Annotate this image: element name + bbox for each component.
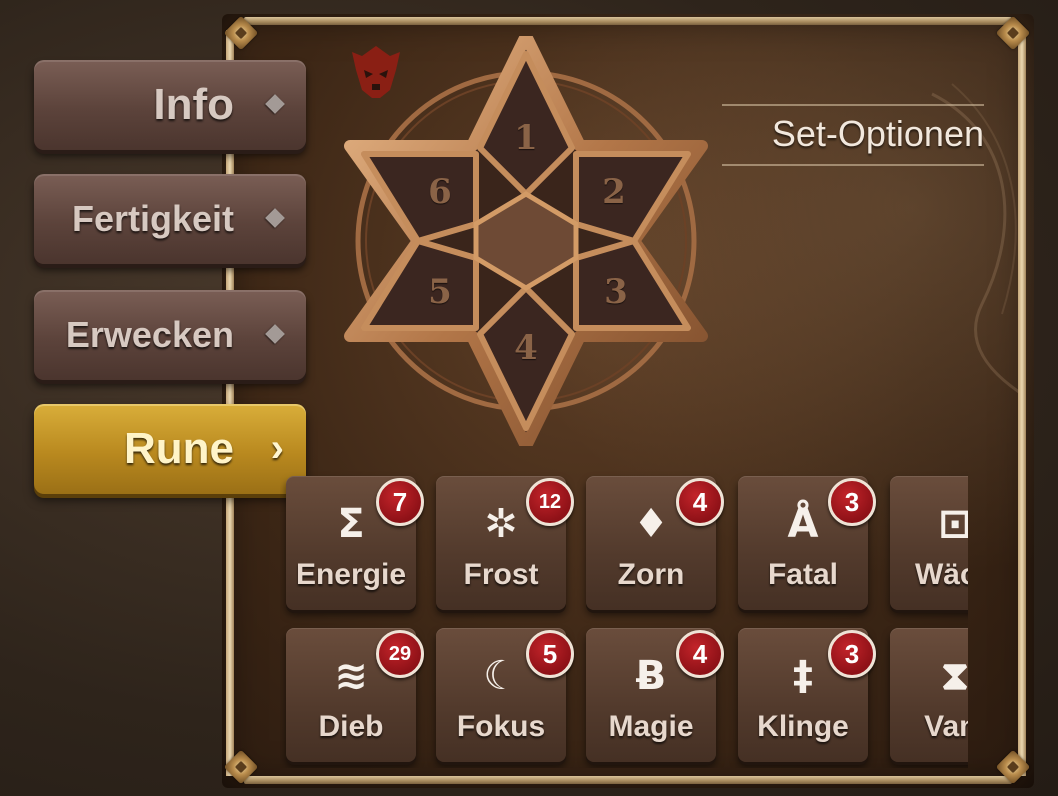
- count-badge: 3: [828, 478, 876, 526]
- frame-top: [244, 17, 1012, 25]
- tab-rune[interactable]: Rune ›: [34, 404, 306, 494]
- slot-number: 1: [514, 118, 538, 158]
- rune-slot-star: 1 2 3 4 5 6: [340, 36, 712, 446]
- frame-right: [1018, 30, 1026, 776]
- count-badge: 5: [526, 630, 574, 678]
- rune-set-label: Frost: [463, 558, 539, 591]
- count-badge: 7: [376, 478, 424, 526]
- rune-set-frost[interactable]: ✲ Frost 12: [436, 476, 574, 610]
- slot-number: 5: [428, 272, 452, 312]
- rune-set-rage[interactable]: ♦ Zorn 4: [586, 476, 724, 610]
- rune-set-thief[interactable]: ≋ Dieb 29: [286, 628, 424, 762]
- tab-skill-label: Fertigkeit: [71, 198, 234, 239]
- diamond-icon: [265, 208, 285, 228]
- diamond-icon: [265, 94, 285, 114]
- tab-awaken[interactable]: Erwecken: [34, 290, 306, 380]
- rune-set-magic[interactable]: Ƀ Magie 4: [586, 628, 724, 762]
- frame-bottom: [244, 776, 1012, 784]
- count-badge: 4: [676, 630, 724, 678]
- count-badge: 29: [376, 630, 424, 678]
- rune-set-label: Fatal: [767, 558, 839, 591]
- rune-set-label: Dieb: [318, 710, 384, 743]
- rune-set-label: Magie: [608, 710, 694, 743]
- slot-number: 6: [428, 172, 452, 212]
- rune-set-blade[interactable]: ‡ Klinge 3: [738, 628, 876, 762]
- rune-set-label: Wäch: [914, 558, 968, 591]
- rune-set-label: Vam: [924, 710, 968, 743]
- count-badge: 4: [676, 478, 724, 526]
- tab-skill[interactable]: Fertigkeit: [34, 174, 306, 264]
- count-badge: 3: [828, 630, 876, 678]
- rune-set-label: Fokus: [456, 710, 546, 743]
- slot-number: 2: [602, 172, 626, 212]
- set-options-button[interactable]: Set-Optionen: [722, 104, 984, 166]
- count-badge: 12: [526, 478, 574, 526]
- rune-set-grid: Σ Energie 7 ✲ Frost 12 ♦ Zorn 4 Å Fatal …: [280, 468, 968, 768]
- tab-info[interactable]: Info: [34, 60, 306, 150]
- diamond-icon: [265, 324, 285, 344]
- chevron-right-icon: ›: [270, 426, 284, 470]
- slot-number: 3: [604, 272, 628, 312]
- rune-set-vampire[interactable]: ⧗ Vam: [890, 628, 968, 762]
- slot-number: 4: [514, 328, 538, 368]
- vampire-rune-icon: ⧗: [940, 653, 968, 699]
- rune-set-energy[interactable]: Σ Energie 7: [286, 476, 424, 610]
- rune-set-label: Energie: [295, 558, 407, 591]
- guard-rune-icon: ⊡: [938, 501, 968, 547]
- rune-set-label: Zorn: [617, 558, 685, 591]
- tab-rune-label: Rune: [124, 424, 234, 473]
- tab-awaken-label: Erwecken: [65, 314, 234, 355]
- rune-set-label: Klinge: [757, 710, 849, 743]
- demon-mask-icon: [352, 46, 400, 98]
- rune-set-focus[interactable]: ☾ Fokus 5: [436, 628, 574, 762]
- rune-set-fatal[interactable]: Å Fatal 3: [738, 476, 876, 610]
- tab-info-label: Info: [153, 80, 234, 129]
- rune-set-guard[interactable]: ⊡ Wäch: [890, 476, 968, 610]
